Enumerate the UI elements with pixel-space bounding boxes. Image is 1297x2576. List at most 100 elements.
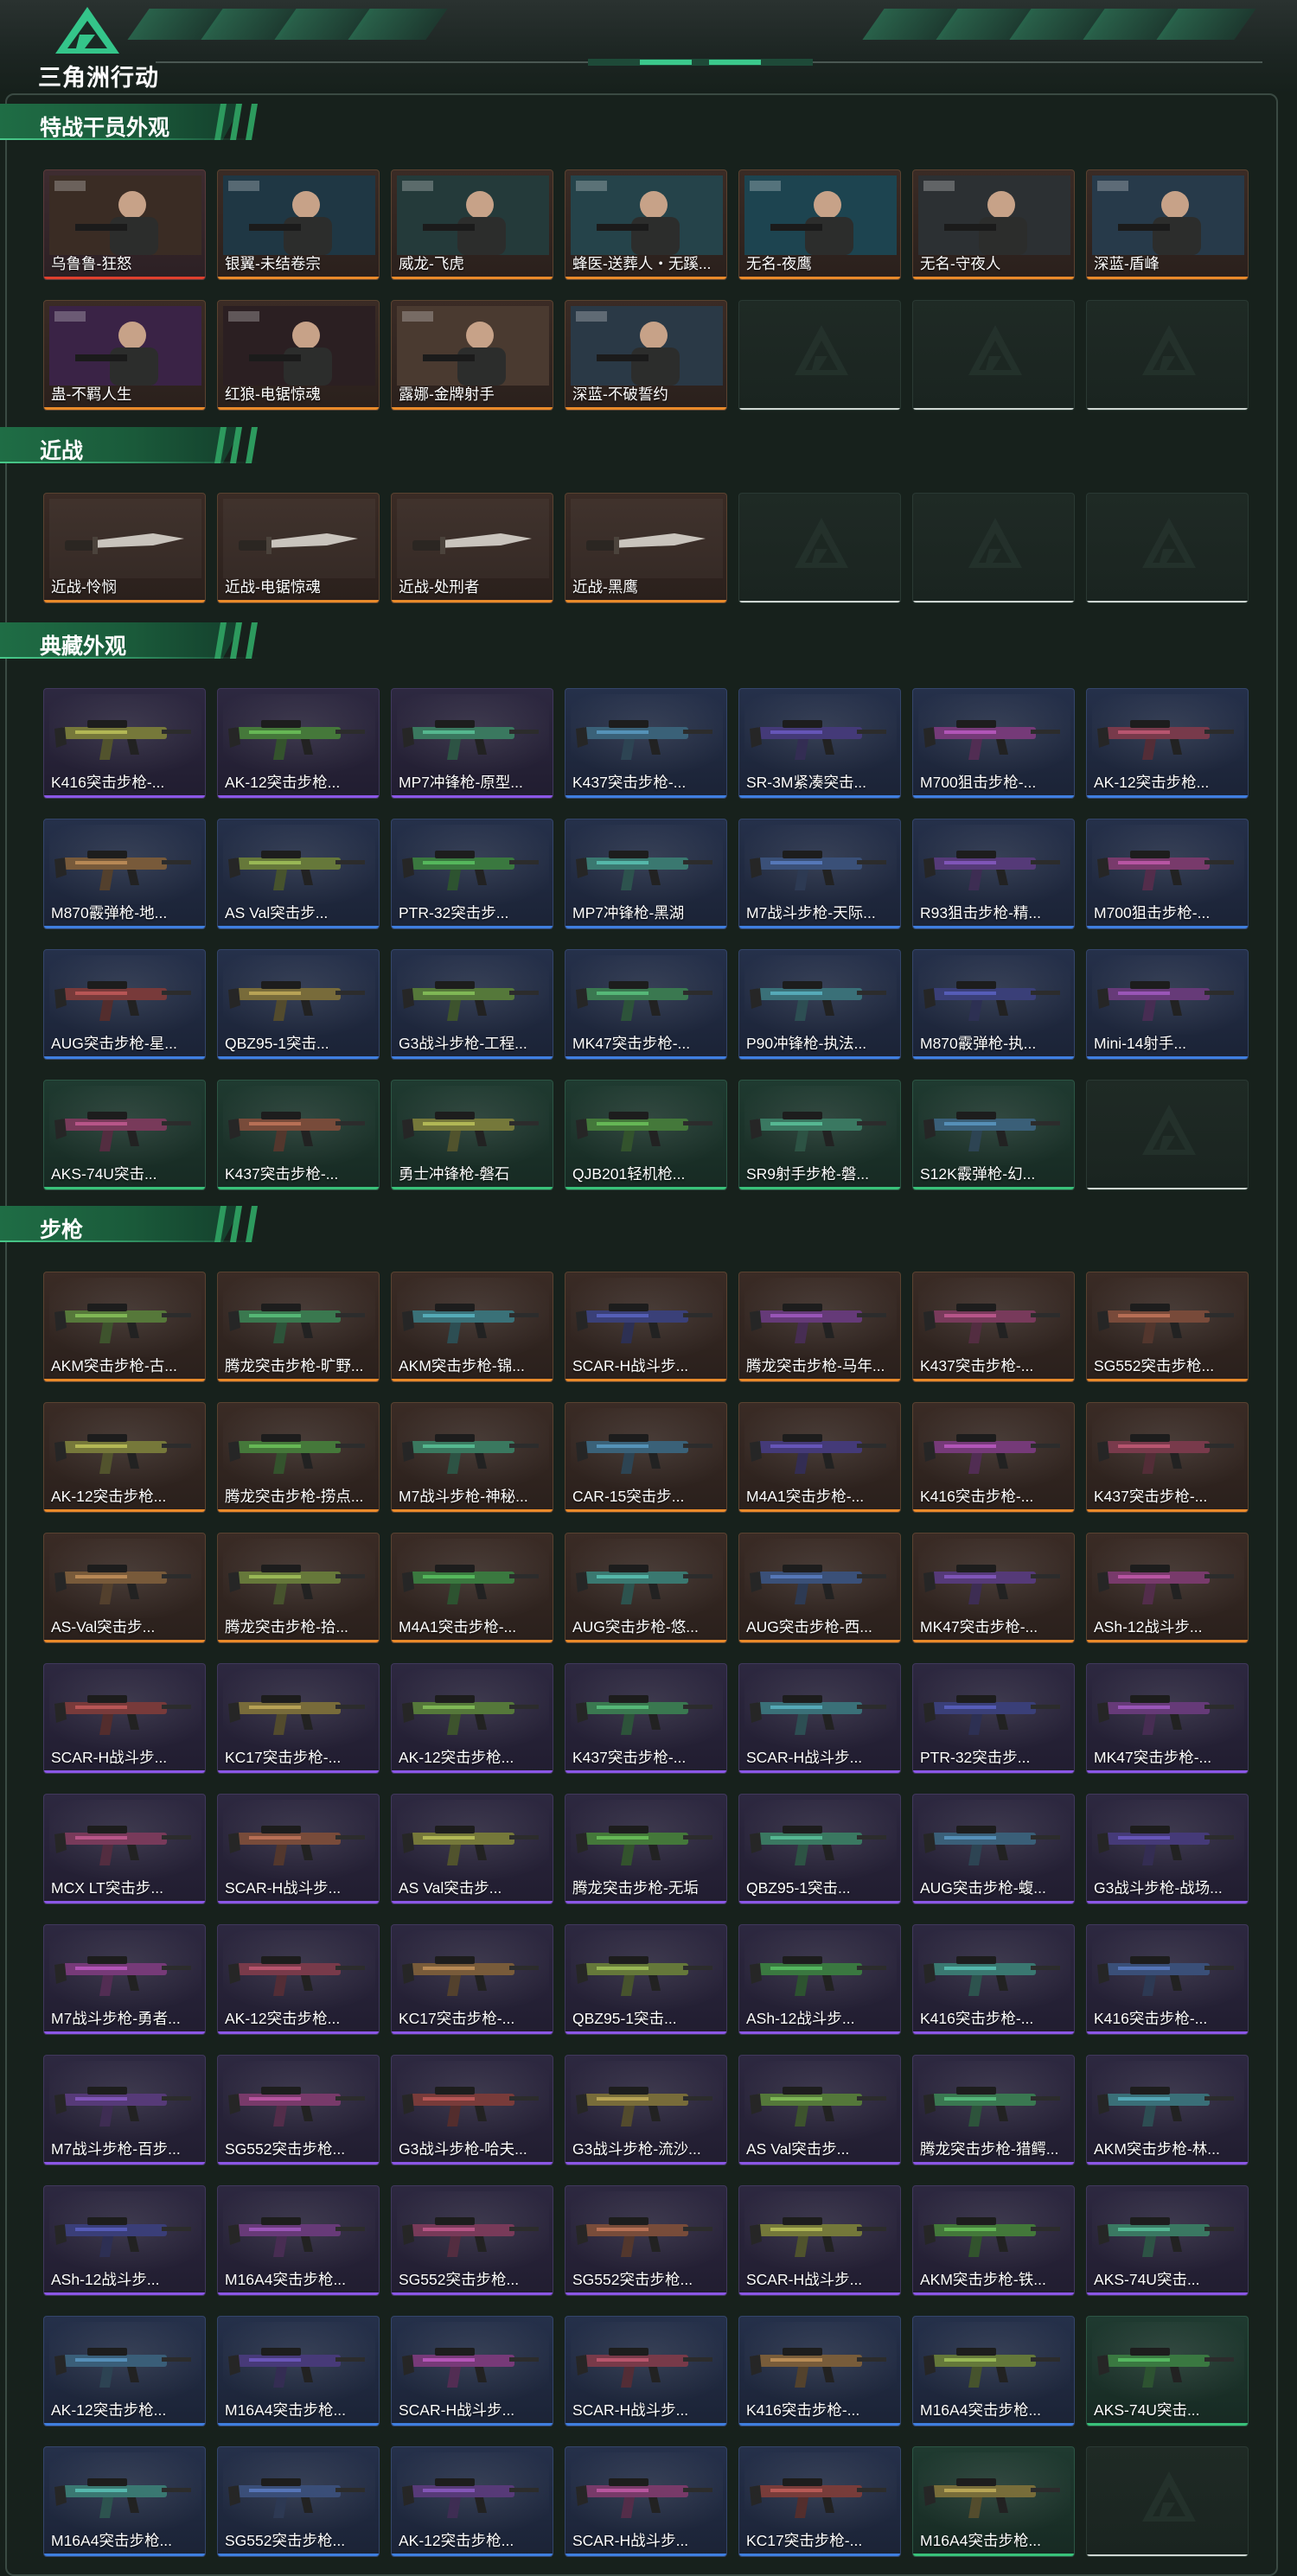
- skin-card[interactable]: AKM突击步枪-锦...: [391, 1272, 553, 1382]
- skin-card[interactable]: AUG突击步枪-西...: [738, 1533, 901, 1643]
- skin-card[interactable]: G3战斗步枪-流沙...: [565, 2055, 727, 2165]
- skin-card[interactable]: AKS-74U突击...: [43, 1080, 206, 1190]
- skin-card[interactable]: SG552突击步枪...: [565, 2185, 727, 2296]
- skin-card[interactable]: AS Val突击步...: [738, 2055, 901, 2165]
- skin-card[interactable]: MCX LT突击步...: [43, 1794, 206, 1904]
- skin-card[interactable]: SCAR-H战斗步...: [565, 2316, 727, 2426]
- skin-card[interactable]: M870霰弹枪-地...: [43, 819, 206, 929]
- skin-card[interactable]: K437突击步枪-...: [912, 1272, 1075, 1382]
- skin-card[interactable]: 近战-黑鹰: [565, 493, 727, 603]
- skin-card[interactable]: 银翼-未结卷宗: [217, 169, 380, 280]
- skin-card[interactable]: 腾龙突击步枪-无垢: [565, 1794, 727, 1904]
- skin-card[interactable]: G3战斗步枪-哈夫...: [391, 2055, 553, 2165]
- skin-card[interactable]: 无名-守夜人: [912, 169, 1075, 280]
- skin-card[interactable]: AUG突击步枪-蝮...: [912, 1794, 1075, 1904]
- skin-card[interactable]: AK-12突击步枪...: [43, 2316, 206, 2426]
- skin-card[interactable]: M4A1突击步枪-...: [391, 1533, 553, 1643]
- skin-card[interactable]: AKS-74U突击...: [1086, 2185, 1249, 2296]
- skin-card[interactable]: M16A4突击步枪...: [43, 2446, 206, 2557]
- skin-card[interactable]: M16A4突击步枪...: [217, 2316, 380, 2426]
- skin-card[interactable]: SR9射手步枪-磐...: [738, 1080, 901, 1190]
- skin-card[interactable]: P90冲锋枪-执法...: [738, 949, 901, 1060]
- skin-card[interactable]: SG552突击步枪...: [217, 2055, 380, 2165]
- skin-card[interactable]: K416突击步枪-...: [912, 1402, 1075, 1513]
- skin-card[interactable]: G3战斗步枪-战场...: [1086, 1794, 1249, 1904]
- skin-card[interactable]: AKM突击步枪-铁...: [912, 2185, 1075, 2296]
- skin-card[interactable]: 深蓝-不破誓约: [565, 300, 727, 411]
- skin-card[interactable]: ASh-12战斗步...: [1086, 1533, 1249, 1643]
- skin-card[interactable]: QJB201轻机枪...: [565, 1080, 727, 1190]
- skin-card[interactable]: M870霰弹枪-执...: [912, 949, 1075, 1060]
- skin-card[interactable]: AUG突击步枪-悠...: [565, 1533, 727, 1643]
- skin-card[interactable]: AK-12突击步枪...: [1086, 688, 1249, 799]
- skin-card[interactable]: K437突击步枪-...: [565, 688, 727, 799]
- skin-card[interactable]: PTR-32突击步...: [912, 1663, 1075, 1774]
- skin-card[interactable]: KC17突击步枪-...: [738, 2446, 901, 2557]
- skin-card[interactable]: K416突击步枪-...: [738, 2316, 901, 2426]
- skin-card[interactable]: QBZ95-1突击...: [738, 1794, 901, 1904]
- skin-card[interactable]: 深蓝-盾峰: [1086, 169, 1249, 280]
- skin-card[interactable]: MP7冲锋枪-黑湖: [565, 819, 727, 929]
- skin-card[interactable]: 无名-夜鹰: [738, 169, 901, 280]
- skin-card[interactable]: AK-12突击步枪...: [217, 1924, 380, 2035]
- skin-card[interactable]: 露娜-金牌射手: [391, 300, 553, 411]
- skin-card[interactable]: M16A4突击步枪...: [912, 2446, 1075, 2557]
- skin-card[interactable]: G3战斗步枪-工程...: [391, 949, 553, 1060]
- skin-card[interactable]: SCAR-H战斗步...: [43, 1663, 206, 1774]
- skin-card[interactable]: K437突击步枪-...: [1086, 1402, 1249, 1513]
- skin-card[interactable]: SCAR-H战斗步...: [565, 2446, 727, 2557]
- skin-card[interactable]: AS Val突击步...: [391, 1794, 553, 1904]
- skin-card[interactable]: AS-Val突击步...: [43, 1533, 206, 1643]
- skin-card[interactable]: 勇士冲锋枪-磐石: [391, 1080, 553, 1190]
- skin-card[interactable]: M700狙击步枪-...: [912, 688, 1075, 799]
- skin-card[interactable]: 红狼-电锯惊魂: [217, 300, 380, 411]
- skin-card[interactable]: 乌鲁鲁-狂怒: [43, 169, 206, 280]
- skin-card[interactable]: SG552突击步枪...: [391, 2185, 553, 2296]
- skin-card[interactable]: M7战斗步枪-勇者...: [43, 1924, 206, 2035]
- skin-card[interactable]: AKM突击步枪-古...: [43, 1272, 206, 1382]
- skin-card[interactable]: SCAR-H战斗步...: [738, 2185, 901, 2296]
- skin-card[interactable]: 威龙-飞虎: [391, 169, 553, 280]
- skin-card[interactable]: SR-3M紧凑突击...: [738, 688, 901, 799]
- skin-card[interactable]: ASh-12战斗步...: [738, 1924, 901, 2035]
- skin-card[interactable]: KC17突击步枪-...: [217, 1663, 380, 1774]
- skin-card[interactable]: M7战斗步枪-天际...: [738, 819, 901, 929]
- skin-card[interactable]: M7战斗步枪-百步...: [43, 2055, 206, 2165]
- skin-card[interactable]: 近战-电锯惊魂: [217, 493, 380, 603]
- skin-card[interactable]: K437突击步枪-...: [565, 1663, 727, 1774]
- skin-card[interactable]: S12K霰弹枪-幻...: [912, 1080, 1075, 1190]
- skin-card[interactable]: AKS-74U突击...: [1086, 2316, 1249, 2426]
- skin-card[interactable]: SG552突击步枪...: [1086, 1272, 1249, 1382]
- skin-card[interactable]: SCAR-H战斗步...: [738, 1663, 901, 1774]
- skin-card[interactable]: AK-12突击步枪...: [391, 2446, 553, 2557]
- skin-card[interactable]: K416突击步枪-...: [43, 688, 206, 799]
- skin-card[interactable]: AKM突击步枪-林...: [1086, 2055, 1249, 2165]
- skin-card[interactable]: K416突击步枪-...: [1086, 1924, 1249, 2035]
- skin-card[interactable]: Mini-14射手...: [1086, 949, 1249, 1060]
- skin-card[interactable]: K416突击步枪-...: [912, 1924, 1075, 2035]
- skin-card[interactable]: 蜂医-送葬人・无蹊...: [565, 169, 727, 280]
- skin-card[interactable]: R93狙击步枪-精...: [912, 819, 1075, 929]
- skin-card[interactable]: 腾龙突击步枪-马年...: [738, 1272, 901, 1382]
- skin-card[interactable]: 近战-处刑者: [391, 493, 553, 603]
- skin-card[interactable]: AK-12突击步枪...: [391, 1663, 553, 1774]
- skin-card[interactable]: CAR-15突击步...: [565, 1402, 727, 1513]
- skin-card[interactable]: SG552突击步枪...: [217, 2446, 380, 2557]
- skin-card[interactable]: 蛊-不羁人生: [43, 300, 206, 411]
- skin-card[interactable]: PTR-32突击步...: [391, 819, 553, 929]
- skin-card[interactable]: 腾龙突击步枪-猎鳄...: [912, 2055, 1075, 2165]
- skin-card[interactable]: M4A1突击步枪-...: [738, 1402, 901, 1513]
- skin-card[interactable]: MK47突击步枪-...: [912, 1533, 1075, 1643]
- skin-card[interactable]: AS Val突击步...: [217, 819, 380, 929]
- skin-card[interactable]: SCAR-H战斗步...: [217, 1794, 380, 1904]
- skin-card[interactable]: MP7冲锋枪-原型...: [391, 688, 553, 799]
- skin-card[interactable]: 近战-怜悯: [43, 493, 206, 603]
- skin-card[interactable]: M7战斗步枪-神秘...: [391, 1402, 553, 1513]
- skin-card[interactable]: 腾龙突击步枪-捞点...: [217, 1402, 380, 1513]
- skin-card[interactable]: MK47突击步枪-...: [565, 949, 727, 1060]
- skin-card[interactable]: M16A4突击步枪...: [912, 2316, 1075, 2426]
- skin-card[interactable]: 腾龙突击步枪-旷野...: [217, 1272, 380, 1382]
- skin-card[interactable]: KC17突击步枪-...: [391, 1924, 553, 2035]
- skin-card[interactable]: AUG突击步枪-星...: [43, 949, 206, 1060]
- skin-card[interactable]: QBZ95-1突击...: [217, 949, 380, 1060]
